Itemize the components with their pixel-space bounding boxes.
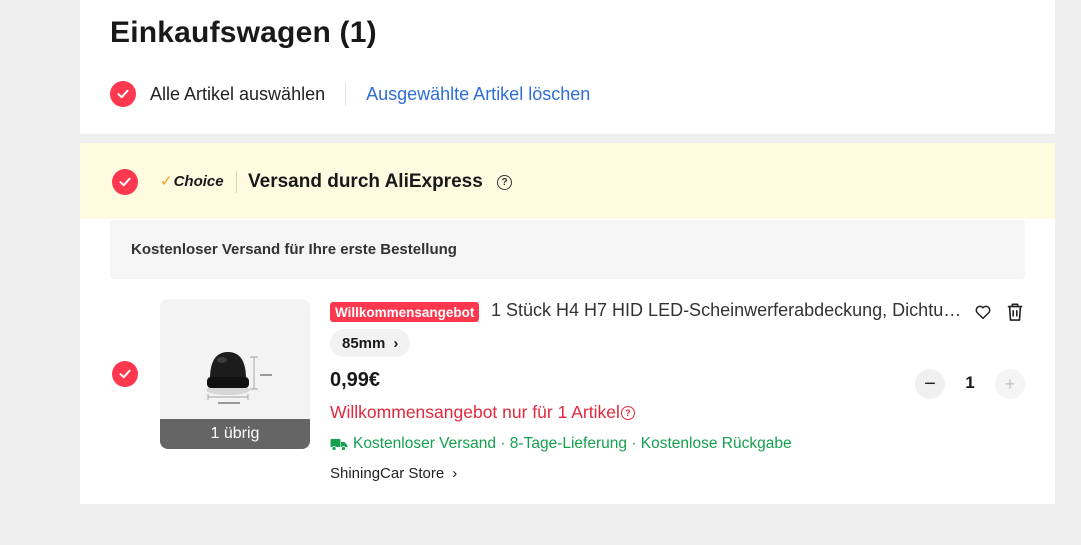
- delivery-info: Kostenloser Versand · 8-Tage-Lieferung ·…: [330, 435, 792, 453]
- select-all-label[interactable]: Alle Artikel auswählen: [150, 84, 325, 105]
- truck-icon: [330, 438, 348, 451]
- item-price: 0,99€: [330, 369, 381, 391]
- quantity-increase-button[interactable]: +: [995, 369, 1025, 399]
- delete-selected-link[interactable]: Ausgewählte Artikel löschen: [366, 84, 590, 105]
- variant-label: 85mm: [342, 334, 386, 352]
- offer-note: Willkommensangebot nur für 1 Artikel ?: [330, 402, 635, 423]
- choice-shipping-header: ✓ Choice Versand durch AliExpress ?: [80, 143, 1055, 219]
- check-icon: [117, 89, 129, 99]
- promo-banner: Kostenloser Versand für Ihre erste Beste…: [110, 220, 1025, 279]
- chevron-right-icon: ›: [393, 334, 399, 352]
- chevron-right-icon: ›: [452, 465, 458, 482]
- cart-header: Einkaufswagen (1) Alle Artikel auswählen…: [80, 0, 1055, 134]
- divider: [345, 82, 347, 106]
- shipping-group-title: Versand durch AliExpress: [248, 171, 483, 192]
- promo-text: Kostenloser Versand für Ihre erste Beste…: [131, 241, 457, 258]
- help-icon[interactable]: ?: [497, 175, 512, 190]
- product-title[interactable]: 1 Stück H4 H7 HID LED-Scheinwerferabdeck…: [491, 300, 966, 321]
- choice-logo: ✓ Choice: [160, 172, 224, 191]
- item-checkbox[interactable]: [112, 361, 138, 387]
- store-link[interactable]: ShiningCar Store ›: [330, 465, 457, 482]
- variant-selector[interactable]: 85mm ›: [330, 329, 411, 357]
- heart-icon[interactable]: [974, 303, 992, 321]
- choice-check-mark: ✓: [160, 173, 173, 190]
- cart-group-card: ✓ Choice Versand durch AliExpress ? Kost…: [80, 143, 1055, 504]
- page-title: Einkaufswagen (1): [110, 16, 377, 49]
- divider: [236, 171, 237, 193]
- welcome-offer-badge: Willkommensangebot: [330, 302, 480, 322]
- trash-icon[interactable]: [1006, 302, 1024, 322]
- delivery-text: Kostenloser Versand · 8-Tage-Lieferung ·…: [353, 435, 792, 452]
- product-image[interactable]: 1 übrig: [160, 299, 310, 449]
- choice-logo-text: Choice: [173, 172, 224, 190]
- group-checkbox[interactable]: [112, 169, 138, 195]
- offer-note-text: Willkommensangebot nur für 1 Artikel: [330, 402, 620, 422]
- select-all-checkbox[interactable]: [110, 81, 136, 107]
- stock-label: 1 übrig: [160, 419, 310, 449]
- quantity-value: 1: [965, 373, 975, 392]
- quantity-decrease-button[interactable]: −: [915, 369, 945, 399]
- select-all-row: Alle Artikel auswählen Ausgewählte Artik…: [110, 80, 590, 108]
- help-icon[interactable]: ?: [620, 405, 635, 420]
- store-name: ShiningCar Store: [330, 465, 445, 482]
- check-icon: [119, 369, 131, 379]
- check-icon: [119, 177, 131, 187]
